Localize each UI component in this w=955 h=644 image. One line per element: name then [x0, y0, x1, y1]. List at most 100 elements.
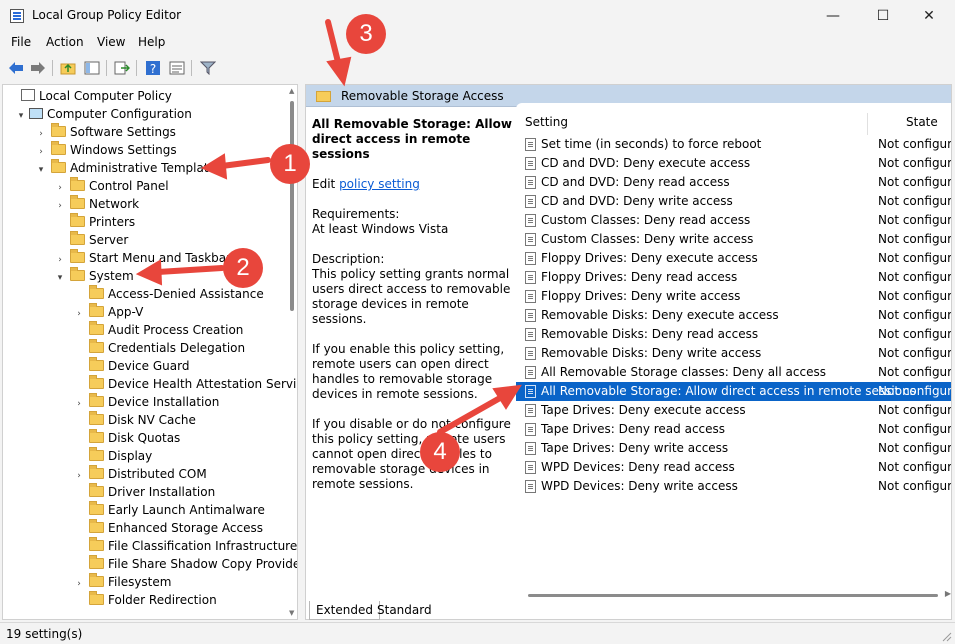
- setting-name: WPD Devices: Deny write access: [541, 479, 738, 493]
- tree-item-label: Early Launch Antimalware: [108, 503, 265, 517]
- tree-item[interactable]: Display: [73, 447, 152, 465]
- scroll-thumb[interactable]: [528, 594, 938, 597]
- setting-row[interactable]: WPD Devices: Deny read access Not configu…: [516, 458, 951, 477]
- setting-row[interactable]: Removable Disks: Deny write access Not co…: [516, 344, 951, 363]
- tree-item[interactable]: ▾ Computer Configuration: [15, 105, 192, 123]
- tree-item[interactable]: Server: [54, 231, 128, 249]
- setting-row[interactable]: Tape Drives: Deny write access Not config…: [516, 439, 951, 458]
- setting-row[interactable]: Custom Classes: Deny read access Not conf…: [516, 211, 951, 230]
- folder-icon: [89, 339, 104, 353]
- tree-item-label: Server: [89, 233, 129, 247]
- setting-name: Set time (in seconds) to force reboot: [541, 137, 762, 151]
- status-bar: 19 setting(s): [0, 622, 955, 644]
- forward-arrow-icon[interactable]: [28, 58, 48, 78]
- menu-view[interactable]: View: [97, 35, 125, 49]
- back-arrow-icon[interactable]: [6, 58, 26, 78]
- tab-standard[interactable]: Standard: [371, 601, 438, 620]
- window-title: Local Group Policy Editor: [32, 8, 182, 22]
- close-button[interactable]: ✕: [906, 0, 952, 32]
- scroll-down-icon[interactable]: ▼: [289, 609, 294, 617]
- setting-row[interactable]: Removable Disks: Deny read access Not con…: [516, 325, 951, 344]
- setting-row[interactable]: Custom Classes: Deny write access Not con…: [516, 230, 951, 249]
- setting-row[interactable]: Floppy Drives: Deny execute access Not co…: [516, 249, 951, 268]
- tree-item[interactable]: › Network: [54, 195, 139, 213]
- setting-name: Floppy Drives: Deny read access: [541, 270, 738, 284]
- tree-item[interactable]: Credentials Delegation: [73, 339, 245, 357]
- requirements-value: At least Windows Vista: [312, 222, 449, 236]
- tree-item[interactable]: Folder Redirection: [73, 591, 217, 609]
- toolbar-separator: [52, 60, 53, 76]
- menu-file[interactable]: File: [11, 35, 31, 49]
- chevron-down-icon[interactable]: ▾: [54, 269, 66, 287]
- column-state[interactable]: State: [906, 115, 938, 129]
- description-block: Description: This policy setting grants n…: [312, 252, 517, 327]
- tree-item[interactable]: Device Health Attestation Service: [73, 375, 297, 393]
- tree-item-label: Disk NV Cache: [108, 413, 196, 427]
- scroll-right-icon[interactable]: ▶: [945, 589, 951, 598]
- filter-icon[interactable]: [198, 58, 218, 78]
- policy-setting-icon: [525, 423, 536, 436]
- tree-item[interactable]: › Control Panel: [54, 177, 169, 195]
- setting-state: Not configured: [878, 403, 952, 417]
- setting-row[interactable]: CD and DVD: Deny read access Not configur…: [516, 173, 951, 192]
- policy-setting-link[interactable]: policy setting: [339, 177, 420, 191]
- maximize-button[interactable]: ☐: [860, 0, 906, 32]
- menu-help[interactable]: Help: [138, 35, 165, 49]
- scroll-thumb[interactable]: [290, 101, 294, 311]
- resize-grip-icon[interactable]: [942, 631, 952, 642]
- setting-row[interactable]: All Removable Storage: Allow direct acce…: [516, 382, 951, 401]
- tree-item[interactable]: › Start Menu and Taskbar: [54, 249, 231, 267]
- tree-item[interactable]: Disk Quotas: [73, 429, 180, 447]
- list-horizontal-scrollbar[interactable]: ▶: [516, 589, 951, 601]
- tree-item[interactable]: › Device Installation: [73, 393, 219, 411]
- chevron-down-icon[interactable]: ▾: [15, 107, 27, 125]
- tree-item[interactable]: Audit Process Creation: [73, 321, 243, 339]
- column-divider[interactable]: [867, 113, 868, 135]
- tree-item[interactable]: Device Guard: [73, 357, 189, 375]
- tree-item[interactable]: › Filesystem: [73, 573, 171, 591]
- setting-row[interactable]: Removable Disks: Deny execute access Not …: [516, 306, 951, 325]
- setting-row[interactable]: Set time (in seconds) to force reboot Not…: [516, 135, 951, 154]
- setting-row[interactable]: All Removable Storage classes: Deny all …: [516, 363, 951, 382]
- scroll-up-icon[interactable]: ▲: [289, 87, 294, 95]
- column-setting[interactable]: Setting: [525, 115, 568, 129]
- tree-item[interactable]: › Software Settings: [35, 123, 176, 141]
- setting-row[interactable]: Tape Drives: Deny read access Not configu…: [516, 420, 951, 439]
- setting-row[interactable]: WPD Devices: Deny write access Not config…: [516, 477, 951, 496]
- tree-item[interactable]: ▾ System: [54, 267, 134, 285]
- tree-item[interactable]: Printers: [54, 213, 135, 231]
- menu-bar: File Action View Help: [0, 32, 955, 54]
- tab-extended[interactable]: Extended: [309, 601, 380, 620]
- setting-row[interactable]: Tape Drives: Deny execute access Not conf…: [516, 401, 952, 420]
- setting-name: Custom Classes: Deny write access: [541, 232, 754, 246]
- tree-item[interactable]: › Distributed COM: [73, 465, 207, 483]
- show-hide-tree-icon[interactable]: [82, 58, 102, 78]
- navigation-tree[interactable]: ▲ ▼ Local Computer Policy ▾ Computer Confi…: [2, 84, 298, 620]
- tree-item[interactable]: Access-Denied Assistance: [73, 285, 264, 303]
- chevron-down-icon[interactable]: ▾: [35, 161, 47, 179]
- tree-item[interactable]: Disk NV Cache: [73, 411, 196, 429]
- tree-item[interactable]: File Share Shadow Copy Provider: [73, 555, 297, 573]
- menu-action[interactable]: Action: [46, 35, 84, 49]
- up-folder-icon[interactable]: [58, 58, 78, 78]
- folder-icon: [89, 357, 104, 371]
- setting-row[interactable]: Floppy Drives: Deny read access Not confi…: [516, 268, 951, 287]
- settings-list: Setting State ▶ Set time (in seconds) to…: [516, 103, 952, 608]
- tree-item[interactable]: Early Launch Antimalware: [73, 501, 265, 519]
- help-icon[interactable]: ?: [143, 58, 163, 78]
- properties-icon[interactable]: [167, 58, 187, 78]
- tree-item[interactable]: File Classification Infrastructure: [73, 537, 297, 555]
- tree-item[interactable]: › App-V: [73, 303, 143, 321]
- tree-item[interactable]: Local Computer Policy: [7, 87, 172, 105]
- minimize-button[interactable]: —: [810, 0, 856, 32]
- tree-item[interactable]: ▾ Administrative Templates: [35, 159, 222, 177]
- setting-row[interactable]: Floppy Drives: Deny write access Not conf…: [516, 287, 951, 306]
- details-header-title: Removable Storage Access: [341, 89, 504, 103]
- tree-item[interactable]: Enhanced Storage Access: [73, 519, 263, 537]
- export-list-icon[interactable]: [112, 58, 132, 78]
- tree-item[interactable]: Driver Installation: [73, 483, 215, 501]
- setting-row[interactable]: CD and DVD: Deny execute access Not confi…: [516, 154, 951, 173]
- tree-item-label: Access-Denied Assistance: [108, 287, 264, 301]
- tree-item[interactable]: › Windows Settings: [35, 141, 177, 159]
- setting-row[interactable]: CD and DVD: Deny write access Not configu…: [516, 192, 951, 211]
